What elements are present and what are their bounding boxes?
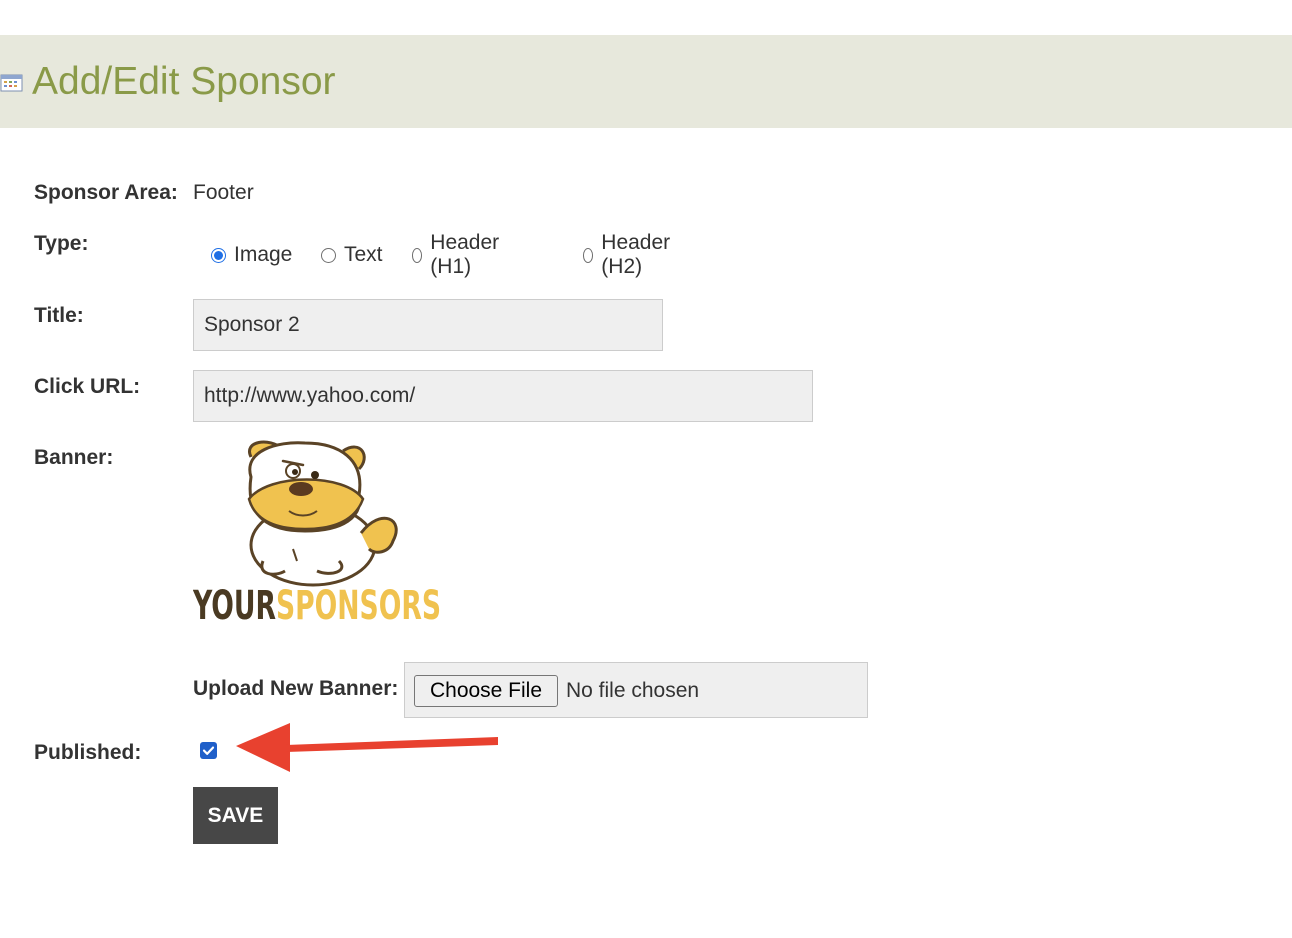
logo-text: YOURSPONSORS [193, 583, 441, 627]
banner-label: Banner: [34, 446, 114, 469]
upload-banner-label: Upload New Banner: [193, 677, 399, 700]
radio-header-h2-label: Header (H2) [601, 231, 671, 278]
file-input[interactable]: Choose File No file chosen [404, 662, 868, 718]
type-label: Type: [34, 232, 89, 255]
radio-image-label: Image [234, 243, 293, 266]
calendar-icon [0, 73, 24, 93]
type-option-image[interactable]: Image [211, 240, 292, 270]
type-option-header-h2[interactable]: Header (H2) [583, 231, 675, 278]
logo-text-accent: SPONSORS [276, 583, 441, 627]
published-label: Published: [34, 741, 142, 764]
annotation-arrow [236, 718, 502, 779]
radio-text-label: Text [344, 243, 383, 266]
banner-image: YOURSPONSORS [192, 437, 445, 629]
sponsor-area-value: Footer [193, 181, 254, 204]
type-option-header-h1[interactable]: Header (H1) [412, 231, 504, 278]
sponsor-logo: YOURSPONSORS [192, 440, 441, 629]
logo-text-dark: YOUR [193, 583, 276, 627]
page-title: Add/Edit Sponsor [32, 60, 336, 103]
title-input[interactable] [193, 299, 663, 351]
sponsor-area-label: Sponsor Area: [34, 181, 178, 204]
type-option-text[interactable]: Text [321, 240, 383, 270]
save-button[interactable]: SAVE [193, 787, 278, 844]
radio-text[interactable] [321, 247, 336, 263]
choose-file-button[interactable]: Choose File [414, 675, 558, 707]
radio-header-h1-label: Header (H1) [430, 231, 500, 278]
click-url-input[interactable] [193, 370, 813, 422]
red-arrow-icon [236, 723, 498, 772]
radio-header-h1[interactable] [412, 247, 423, 263]
published-checkbox[interactable] [200, 742, 217, 759]
radio-image[interactable] [211, 247, 226, 263]
click-url-label: Click URL: [34, 375, 141, 398]
file-status-text: No file chosen [566, 679, 700, 702]
radio-header-h2[interactable] [583, 247, 594, 263]
checkmark-icon [202, 746, 215, 755]
title-label: Title: [34, 304, 84, 327]
